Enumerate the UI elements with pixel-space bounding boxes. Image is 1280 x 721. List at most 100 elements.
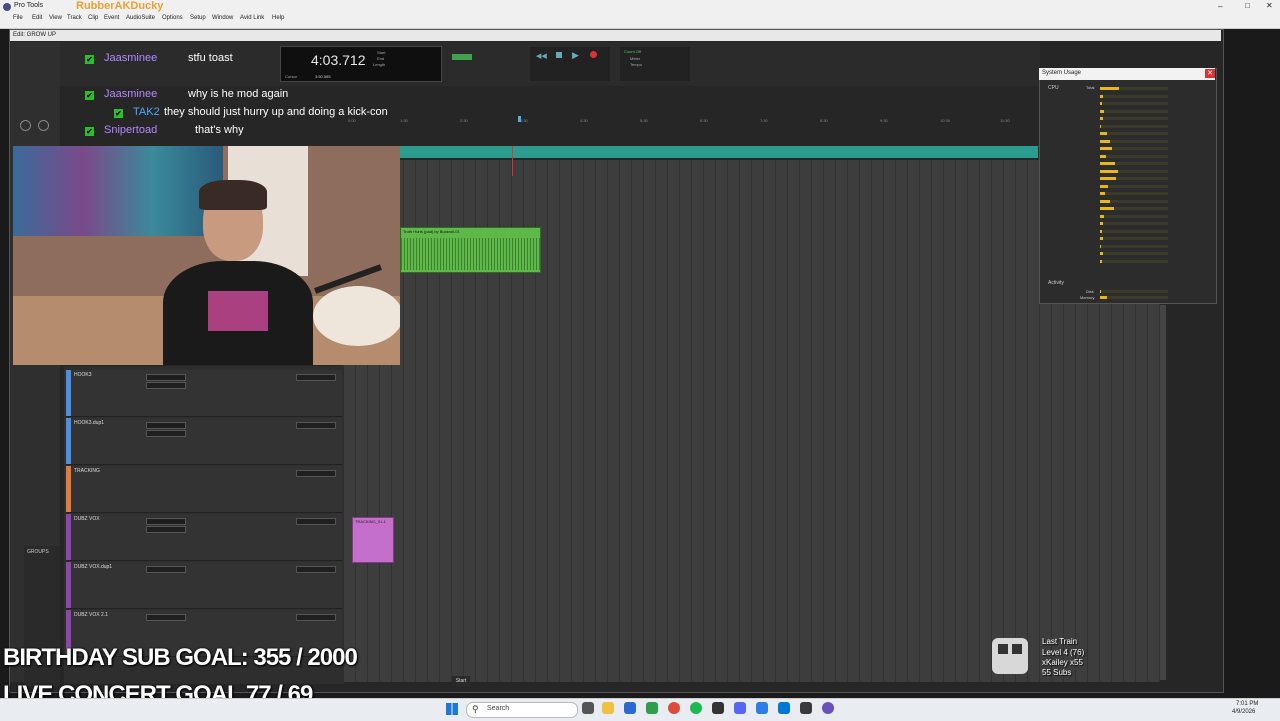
webcam-overlay xyxy=(13,146,400,365)
maximize-button[interactable]: □ xyxy=(1245,1,1250,10)
track-row[interactable]: DUBZ VOX.dup1 xyxy=(66,562,342,609)
send-slot[interactable] xyxy=(296,422,336,429)
record-button[interactable] xyxy=(590,51,597,58)
cpu-core-meter xyxy=(1100,139,1168,143)
chat-text: why is he mod again xyxy=(188,88,289,100)
mod-badge-icon: ✔ xyxy=(85,127,94,136)
track-name[interactable]: HOOK3 xyxy=(74,372,92,378)
rewind-button[interactable]: ◀◀ xyxy=(536,52,547,60)
track-color xyxy=(66,418,71,464)
app-icon[interactable] xyxy=(712,702,724,714)
insert-slot[interactable] xyxy=(146,518,186,525)
windows-start-icon[interactable] xyxy=(446,703,458,715)
menu-help[interactable]: Help xyxy=(272,15,284,21)
track-row[interactable]: HOOK3 xyxy=(66,370,342,417)
discord-icon[interactable] xyxy=(734,702,746,714)
taskbar-search[interactable]: ⚲ Search xyxy=(466,702,578,718)
cpu-core-meter xyxy=(1100,109,1168,113)
meter-label: Meter xyxy=(630,56,641,61)
insert-slot[interactable] xyxy=(146,382,186,389)
menu-track[interactable]: Track xyxy=(67,15,82,21)
insert-slot[interactable] xyxy=(146,422,186,429)
audio-clip[interactable]: TRACKING_01-1 xyxy=(352,517,394,563)
menu-options[interactable]: Options xyxy=(162,15,183,21)
menu-audiosuite[interactable]: AudioSuite xyxy=(126,15,155,21)
task-view-icon[interactable] xyxy=(582,702,594,714)
send-slot[interactable] xyxy=(296,470,336,477)
store-icon[interactable] xyxy=(624,702,636,714)
insert-slot[interactable] xyxy=(146,614,186,621)
cpu-core-meter-fill xyxy=(1100,184,1108,188)
cpu-core-meter-fill xyxy=(1100,94,1103,98)
menu-window[interactable]: Window xyxy=(212,15,233,21)
track-name[interactable]: HOOK3.dup1 xyxy=(74,420,104,426)
close-icon[interactable]: ✕ xyxy=(1205,69,1215,78)
file-explorer-icon[interactable] xyxy=(602,702,614,714)
knob-icon[interactable] xyxy=(38,120,49,131)
cpu-core-meter xyxy=(1100,94,1168,98)
play-button[interactable]: ▶ xyxy=(572,50,579,61)
stop-button[interactable] xyxy=(556,52,562,58)
send-slot[interactable] xyxy=(296,374,336,381)
menu-edit[interactable]: Edit xyxy=(32,15,42,21)
cpu-core-meter xyxy=(1100,259,1168,263)
clock-date[interactable]: 4/9/2026 xyxy=(1232,709,1255,715)
cpu-core-meter xyxy=(1100,229,1168,233)
cpu-core-meter xyxy=(1100,192,1168,195)
cpu-core-meter xyxy=(1100,132,1168,135)
track-color xyxy=(66,514,71,560)
cpu-core-meter-fill xyxy=(1100,222,1103,225)
cpu-core-meter xyxy=(1100,184,1168,188)
knob-icon[interactable] xyxy=(20,120,31,131)
track-row[interactable]: HOOK3.dup1 xyxy=(66,418,342,465)
track-name[interactable]: TRACKING xyxy=(74,468,100,474)
send-slot[interactable] xyxy=(296,614,336,621)
track-name[interactable]: DUBZ VOX xyxy=(74,516,100,522)
chrome-icon[interactable] xyxy=(668,702,680,714)
track-row[interactable]: TRACKING xyxy=(66,466,342,513)
cpu-core-meter-fill xyxy=(1100,214,1104,218)
insert-slot[interactable] xyxy=(146,566,186,573)
grid-mode-indicator[interactable] xyxy=(452,54,472,60)
marker-ruler[interactable] xyxy=(343,146,1038,158)
app-icon[interactable] xyxy=(756,702,768,714)
track-name[interactable]: DUBZ VOX 2.1 xyxy=(74,612,108,618)
send-slot[interactable] xyxy=(296,518,336,525)
app-icon[interactable] xyxy=(778,702,790,714)
count-off-label[interactable]: Count Off xyxy=(624,49,641,54)
track-name[interactable]: DUBZ VOX.dup1 xyxy=(74,564,112,570)
menu-file[interactable]: File xyxy=(13,15,23,21)
cpu-core-meter-fill xyxy=(1100,139,1110,143)
pro-tools-taskbar-icon[interactable] xyxy=(822,702,834,714)
vertical-scrollbar[interactable] xyxy=(1160,305,1166,680)
menu-event[interactable]: Event xyxy=(104,15,119,21)
close-button[interactable]: ✕ xyxy=(1266,1,1273,10)
cpu-core-meter xyxy=(1100,162,1168,165)
cpu-core-meter-fill xyxy=(1100,244,1101,248)
insert-slot[interactable] xyxy=(146,374,186,381)
playhead-marker[interactable] xyxy=(518,116,521,122)
insert-slot[interactable] xyxy=(146,430,186,437)
send-slot[interactable] xyxy=(296,566,336,573)
clock-time[interactable]: 7:01 PM xyxy=(1236,701,1258,707)
count-off-panel: Count Off Meter Tempo xyxy=(620,47,690,81)
menu-setup[interactable]: Setup xyxy=(190,15,206,21)
menu-avid-link[interactable]: Avid Link xyxy=(240,15,264,21)
cpu-core-meter-fill xyxy=(1100,177,1116,180)
cushion xyxy=(313,286,400,346)
insert-slot[interactable] xyxy=(146,526,186,533)
app-icon[interactable] xyxy=(646,702,658,714)
cpu-core-meter-fill xyxy=(1100,87,1119,90)
audio-clip[interactable]: Truth Hurts (pad) by Buckroll-01 xyxy=(400,227,541,273)
menu-clip[interactable]: Clip xyxy=(88,15,98,21)
start-tooltip: Start xyxy=(452,676,470,686)
chat-text: stfu toast xyxy=(188,52,233,64)
cpu-core-meter-fill xyxy=(1100,109,1104,113)
disk-meter xyxy=(1100,290,1168,293)
spotify-icon[interactable] xyxy=(690,702,702,714)
menu-view[interactable]: View xyxy=(49,15,62,21)
track-row[interactable]: DUBZ VOX xyxy=(66,514,342,561)
timeline-ruler[interactable]: 0:00 1:30 2:30 3:30 4:30 5:30 6:30 7:30 … xyxy=(340,108,1040,147)
app-icon[interactable] xyxy=(800,702,812,714)
minimize-button[interactable]: – xyxy=(1218,2,1222,11)
